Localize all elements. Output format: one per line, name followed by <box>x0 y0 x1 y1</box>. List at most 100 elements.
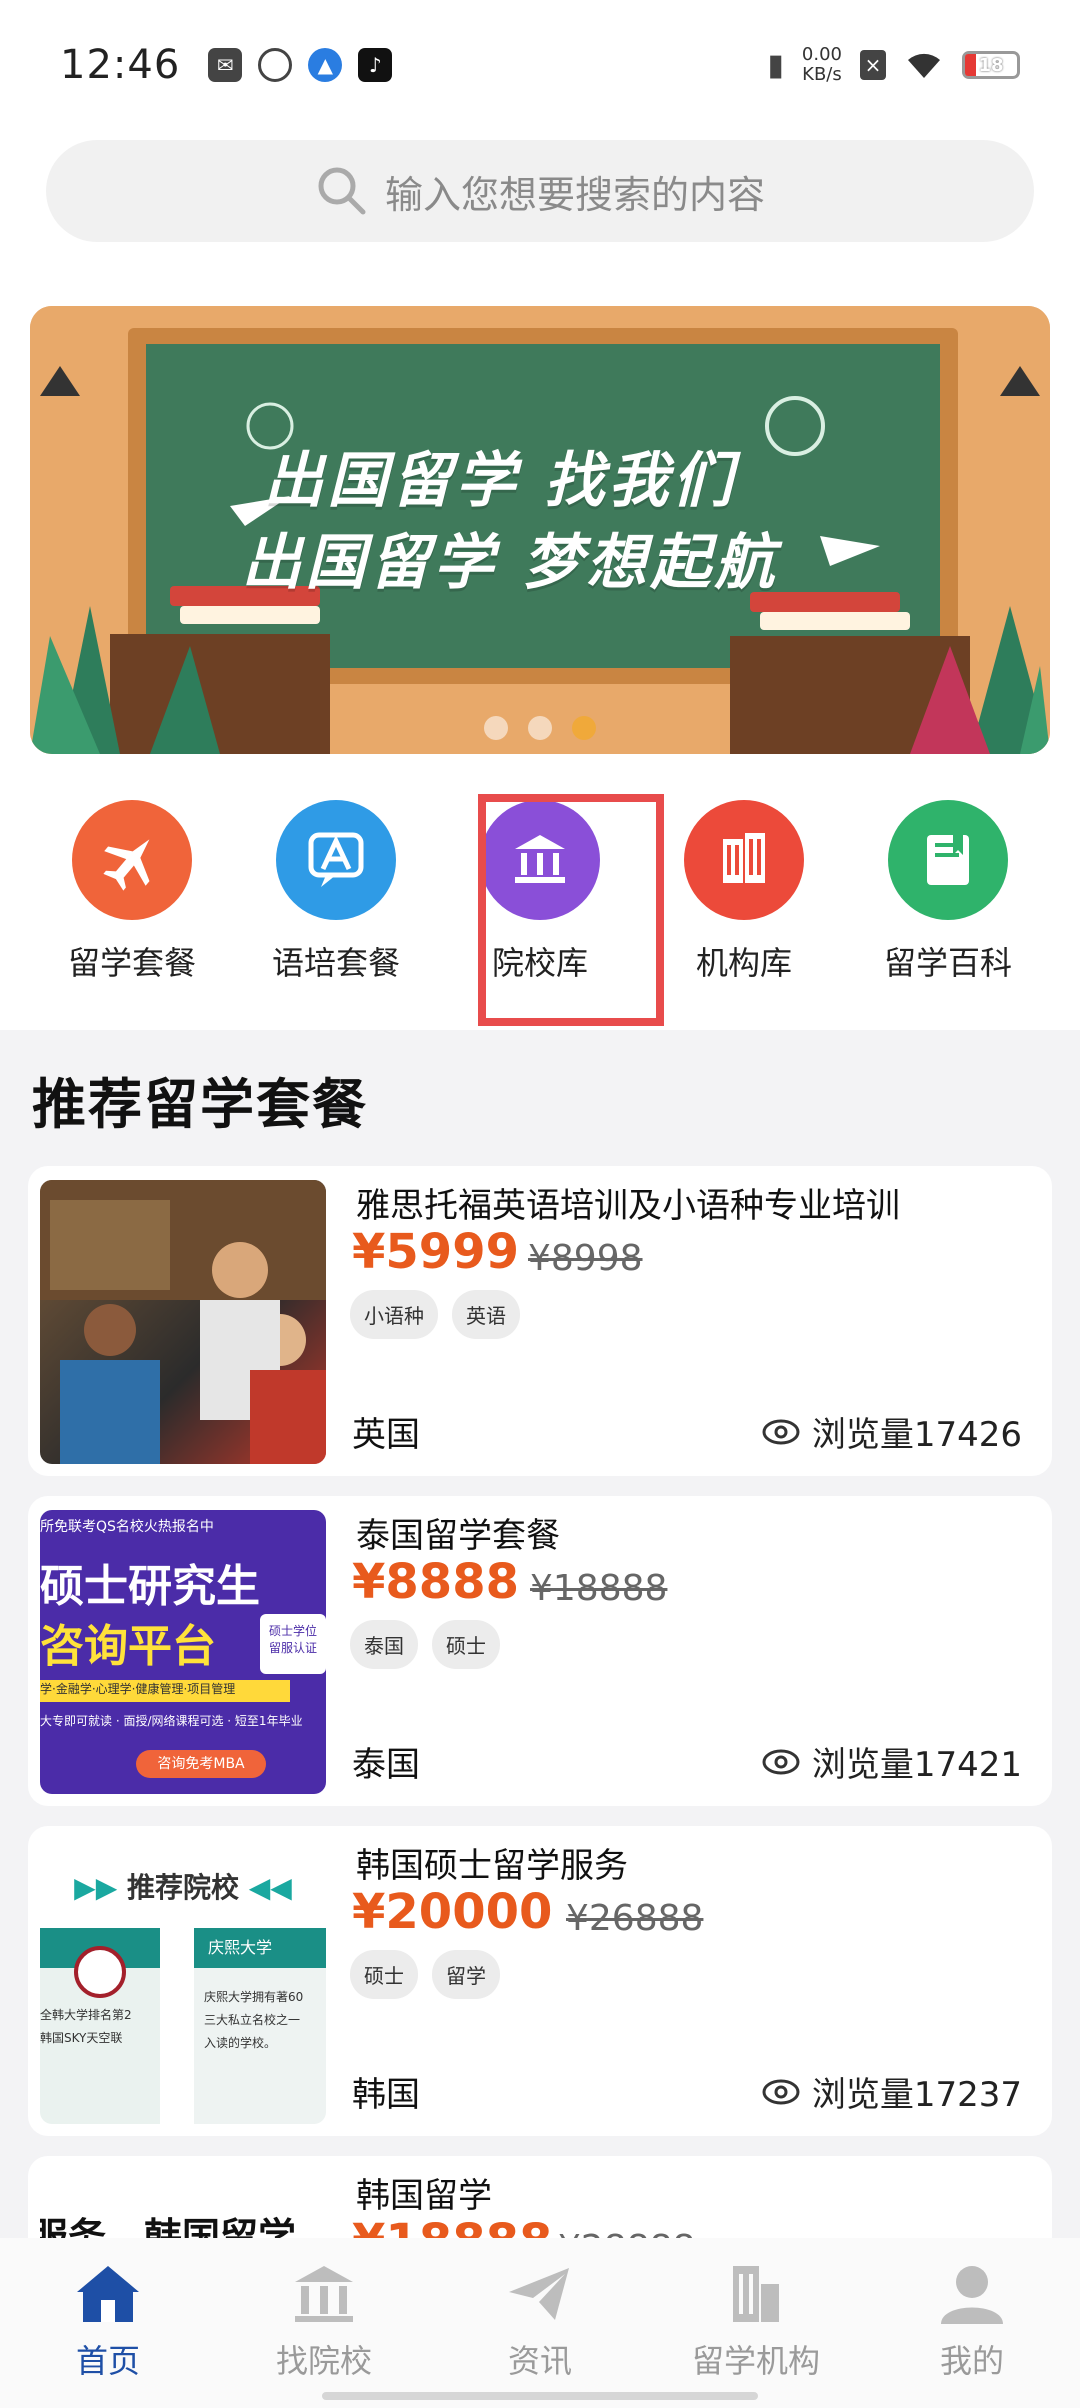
thumb-banner-text: 硕士研究生 <box>40 1561 260 1612</box>
thumb-banner-text: ▶▶ 推荐院校 ◀◀ <box>74 1871 292 1904</box>
package-card[interactable]: 所免联考QS名校火热报名中 硕士研究生 咨询平台 硕士学位 留服认证 学·金融学… <box>28 1496 1052 1806</box>
category-study-wiki[interactable]: 留学百科 <box>858 800 1038 1010</box>
package-country: 英国 <box>352 1415 420 1455</box>
book-icon <box>888 800 1008 920</box>
thumb-desc: 庆熙大学拥有著60 <box>204 1990 304 2004</box>
package-tag: 泰国 <box>350 1620 418 1669</box>
university-icon <box>295 2266 353 2322</box>
thumb-badge-text: 留服认证 <box>268 1641 317 1655</box>
highlight-annotation-box <box>478 794 664 1026</box>
category-label: 机构库 <box>695 944 792 982</box>
building-icon <box>684 800 804 920</box>
package-views-count: 浏览量17426 <box>811 1415 1022 1455</box>
nav-label: 我的 <box>939 2342 1004 2380</box>
language-icon <box>276 800 396 920</box>
package-original-price: ¥18888 <box>530 1568 668 1609</box>
net-speed-unit: KB/s <box>802 64 842 85</box>
battery-icon: 18 <box>962 51 1020 79</box>
thumb-desc: 三大私立名校之一 <box>204 2013 301 2027</box>
package-country: 韩国 <box>352 2075 420 2115</box>
thumb-button: 咨询免考MBA <box>136 1750 266 1778</box>
nav-label: 首页 <box>75 2342 140 2380</box>
package-tags: 小语种 英语 <box>350 1290 520 1339</box>
category-agency-library[interactable]: 机构库 <box>654 800 834 1010</box>
search-placeholder: 输入您想要搜索的内容 <box>384 172 765 217</box>
search-input[interactable]: 输入您想要搜索的内容 <box>46 140 1034 242</box>
thumb-desc: 全韩大学排名第2 <box>40 2008 132 2022</box>
net-speed-value: 0.00 <box>801 44 842 65</box>
package-price: ¥5999 <box>352 1224 519 1280</box>
package-views: 浏览量17237 <box>762 2067 1022 2116</box>
banner-pagination <box>30 716 1050 740</box>
pagination-dot[interactable] <box>484 716 508 740</box>
eye-icon <box>762 1419 800 1444</box>
package-views-count: 浏览量17421 <box>811 1745 1022 1785</box>
package-title: 韩国硕士留学服务 <box>356 1846 628 1886</box>
sync-notification-icon <box>258 48 293 82</box>
package-views-count: 浏览量17237 <box>811 2075 1022 2115</box>
package-title: 泰国留学套餐 <box>356 1516 560 1556</box>
package-tag: 硕士 <box>350 1950 418 1999</box>
package-title: 韩国留学 <box>356 2176 492 2216</box>
package-tag: 小语种 <box>350 1290 438 1339</box>
package-original-price: ¥8998 <box>528 1238 643 1279</box>
thumb-banner-text: 大专即可就读 · 面授/网络课程可选 · 短至1年毕业 <box>40 1714 303 1728</box>
promo-banner[interactable]: 出国留学 找我们 出国留学 梦想起航 <box>30 306 1050 754</box>
package-tag: 留学 <box>432 1950 500 1999</box>
nav-news[interactable]: 资讯 <box>440 2262 640 2408</box>
paper-plane-icon <box>509 2268 569 2320</box>
package-tag: 英语 <box>452 1290 520 1339</box>
package-thumbnail: 所免联考QS名校火热报名中 硕士研究生 咨询平台 硕士学位 留服认证 学·金融学… <box>40 1510 326 1794</box>
category-label: 留学套餐 <box>67 944 196 982</box>
package-tags: 硕士 留学 <box>350 1950 500 1999</box>
thumb-school-card: 庆熙大学 庆熙大学拥有著60 三大私立名校之一 入读的学校。 <box>194 1928 326 2124</box>
package-tag: 硕士 <box>432 1620 500 1669</box>
battery-level: 18 <box>978 54 1004 76</box>
package-tags: 泰国 硕士 <box>350 1620 500 1669</box>
no-sim-icon: × <box>860 50 886 80</box>
mail-notification-icon: ✉ <box>208 48 243 82</box>
thumb-desc: 韩国SKY天空联 <box>40 2031 123 2045</box>
package-thumbnail: ▶▶ 推荐院校 ◀◀ 全韩大学排名第2 韩国SKY天空联 庆熙大学 庆熙大学拥有… <box>40 1840 326 2124</box>
thumb-desc: 入读的学校。 <box>204 2036 277 2050</box>
eye-icon <box>762 2079 800 2104</box>
pagination-dot[interactable] <box>528 716 552 740</box>
tiktok-notification-icon: ♪ <box>358 48 393 82</box>
thumb-banner-text: 所免联考QS名校火热报名中 <box>40 1519 214 1535</box>
category-study-package[interactable]: 留学套餐 <box>42 800 222 1010</box>
thumb-banner-text: 咨询平台 <box>40 1621 216 1672</box>
package-card[interactable]: ▶▶ 推荐院校 ◀◀ 全韩大学排名第2 韩国SKY天空联 庆熙大学 庆熙大学拥有… <box>28 1826 1052 2136</box>
vibrate-icon: ▮ <box>767 47 784 83</box>
package-card[interactable]: 雅思托福英语培训及小语种专业培训 ¥5999 ¥8998 小语种 英语 英国 浏… <box>28 1166 1052 1476</box>
eye-icon <box>762 1749 800 1774</box>
nav-home[interactable]: 首页 <box>8 2262 208 2408</box>
thumb-title: 推荐院校 <box>126 1871 239 1904</box>
banner-subheadline: 出国留学 梦想起航 <box>241 528 779 598</box>
nav-agencies[interactable]: 留学机构 <box>656 2262 856 2408</box>
app-screen: 12:46 ✉ ▲ ♪ ▮ 0.00 KB/s × 18 输入您想要搜索的内容 … <box>0 0 1080 2408</box>
home-icon <box>77 2266 139 2322</box>
category-label: 留学百科 <box>883 944 1012 982</box>
thumb-badge-text: 硕士学位 <box>268 1624 317 1638</box>
nav-profile[interactable]: 我的 <box>872 2262 1072 2408</box>
package-views: 浏览量17421 <box>762 1737 1022 1786</box>
thumb-banner-text: 学·金融学·心理学·健康管理·项目管理 <box>40 1680 290 1702</box>
section-title: 推荐留学套餐 <box>32 1073 368 1136</box>
search-icon <box>318 167 366 215</box>
category-language-package[interactable]: 语培套餐 <box>246 800 426 1010</box>
pagination-dot-active[interactable] <box>572 716 596 740</box>
status-right: ▮ 0.00 KB/s × 18 <box>767 45 1020 85</box>
home-indicator[interactable] <box>322 2392 758 2400</box>
thumb-school-card: 全韩大学排名第2 韩国SKY天空联 <box>40 1928 160 2124</box>
package-original-price: ¥26888 <box>566 1898 704 1939</box>
nav-find-university[interactable]: 找院校 <box>224 2262 424 2408</box>
building-icon <box>733 2266 779 2322</box>
wifi-icon <box>908 53 940 78</box>
package-title: 雅思托福英语培训及小语种专业培训 <box>356 1186 900 1226</box>
notification-icons: ✉ ▲ ♪ <box>208 48 393 82</box>
status-bar: 12:46 ✉ ▲ ♪ ▮ 0.00 KB/s × 18 <box>0 0 1080 130</box>
package-thumbnail <box>40 1180 326 1464</box>
package-price: ¥8888 <box>352 1554 519 1610</box>
thumb-school-name: 庆熙大学 <box>194 1928 326 1968</box>
bottom-nav: 首页 找院校 资讯 留学机构 我的 <box>0 2238 1080 2408</box>
